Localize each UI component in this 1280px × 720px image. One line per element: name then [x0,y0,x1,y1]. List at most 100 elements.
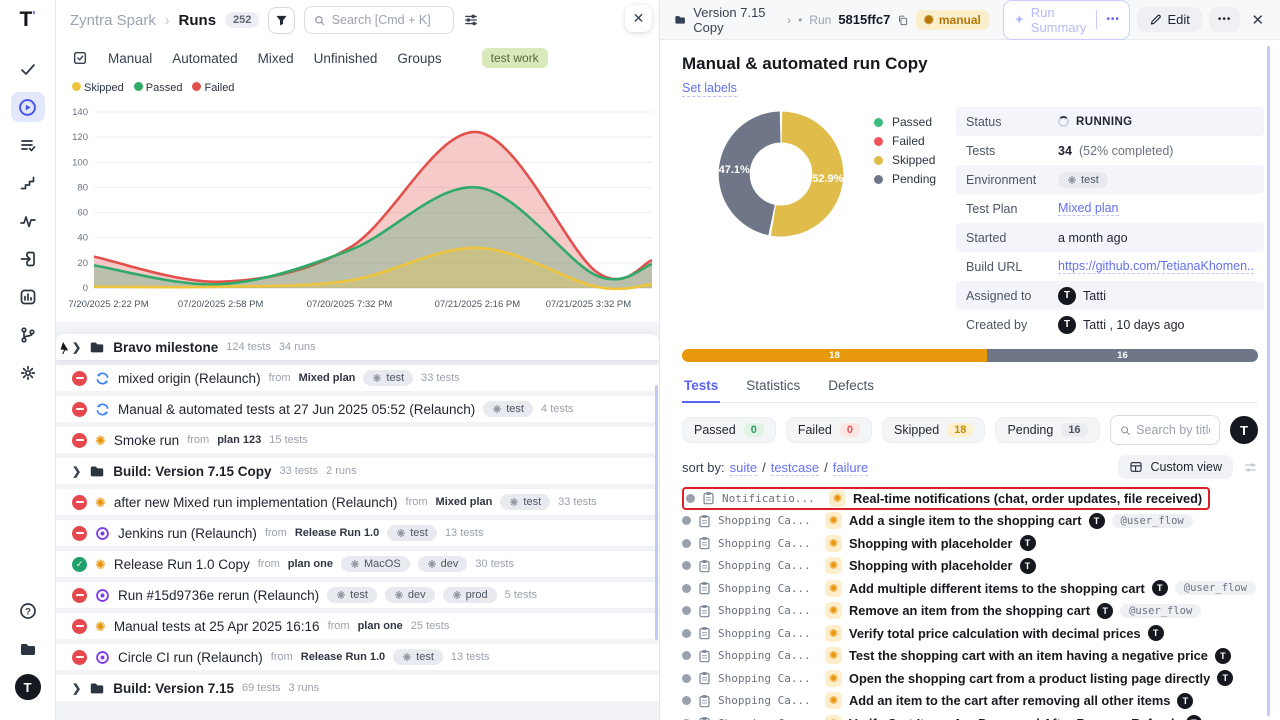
test-suite[interactable]: Shopping Ca... [718,694,818,707]
test-row[interactable]: Shopping Ca...✺Verify Cart Items Are Pre… [682,712,1258,720]
sort-by-failure[interactable]: failure [833,460,868,476]
test-suite[interactable]: Shopping Ca... [718,514,818,527]
test-title[interactable]: Add an item to the cart after removing a… [849,693,1170,708]
run-row[interactable]: ✺after new Mixed run implementation (Rel… [56,489,659,515]
group-title[interactable]: Build: Version 7.15 [113,681,234,696]
tests-search[interactable] [1110,415,1220,445]
test-row[interactable]: Shopping Ca...✺Add an item to the cart a… [682,690,1258,713]
plan-name[interactable]: plan 123 [217,434,261,446]
sidebar-item-gear[interactable] [11,358,45,388]
breadcrumb-project[interactable]: Zyntra Spark [70,12,156,29]
run-summary-button[interactable]: ✦Run Summary ••• [1003,0,1130,40]
chip-skipped[interactable]: Skipped18 [882,417,985,443]
test-suite[interactable]: Shopping Ca... [718,627,818,640]
sidebar-item-list-check[interactable] [11,130,45,160]
run-row[interactable]: ✺Manual tests at 25 Apr 2025 16:16frompl… [56,613,659,639]
field-link[interactable]: https://github.com/TetianaKhomen... [1058,259,1254,274]
plan-name[interactable]: plan one [358,620,403,632]
test-row[interactable]: Shopping Ca...✺Add multiple different it… [682,577,1258,600]
test-row[interactable]: Shopping Ca...✺Open the shopping cart fr… [682,667,1258,690]
run-title[interactable]: Smoke run [114,433,179,448]
chip-failed[interactable]: Failed0 [786,417,872,443]
tab-unfinished[interactable]: Unfinished [314,51,378,66]
field-link[interactable]: Mixed plan [1058,201,1118,216]
test-row[interactable]: Shopping Ca...✺Verify total price calcul… [682,622,1258,645]
test-row[interactable]: Notificatio...✺Real-time notifications (… [682,487,1258,510]
tab-manual[interactable]: Manual [108,51,152,66]
run-group-row[interactable]: ❯Build: Version 7.15 Copy33 tests2 runs [56,458,659,484]
run-title[interactable]: Manual tests at 25 Apr 2025 16:16 [114,619,320,634]
test-row[interactable]: Shopping Ca...✺Shopping with placeholder… [682,555,1258,578]
sidebar-item-sign-in[interactable] [11,244,45,274]
run-title[interactable]: mixed origin (Relaunch) [118,371,261,386]
plan-name[interactable]: plan one [288,558,333,570]
run-breadcrumb-folder[interactable]: Version 7.15 Copy [693,5,780,35]
sidebar-item-steps[interactable] [11,168,45,198]
tab-statistics[interactable]: Statistics [744,374,802,402]
runs-search-input[interactable] [332,13,445,27]
view-settings-icon[interactable] [1243,460,1258,475]
run-title[interactable]: Manual & automated tests at 27 Jun 2025 … [118,402,475,417]
copy-icon[interactable] [897,13,908,27]
run-title[interactable]: Jenkins run (Relaunch) [118,526,257,541]
donut-legend-item-pending[interactable]: Pending [874,172,936,186]
sidebar-item-folder[interactable] [11,634,45,664]
report-check-icon[interactable] [72,50,88,66]
user-avatar[interactable]: T [1230,416,1258,444]
sidebar-item-help[interactable]: ? [11,596,45,626]
test-suite[interactable]: Shopping Ca... [718,582,818,595]
run-summary-more-button[interactable]: ••• [1096,10,1129,29]
legend-item-passed[interactable]: Passed [134,82,183,94]
run-row[interactable]: Jenkins run (Relaunch)fromRelease Run 1.… [56,520,659,546]
sidebar-user-avatar[interactable]: T [11,672,45,702]
test-tag[interactable]: @user_flow [1112,514,1193,528]
plan-name[interactable]: Release Run 1.0 [295,527,379,539]
run-row[interactable]: Manual & automated tests at 27 Jun 2025 … [56,396,659,422]
chevron-right-icon[interactable]: ❯ [72,682,81,695]
more-actions-button[interactable]: ••• [1209,7,1241,32]
test-tag[interactable]: @user_flow [1175,581,1256,595]
test-suite[interactable]: Notificatio... [722,492,822,505]
run-title[interactable]: Run #15d9736e rerun (Relaunch) [118,588,319,603]
sidebar-item-bar-chart[interactable] [11,282,45,312]
tab-defects[interactable]: Defects [826,374,876,402]
legend-item-skipped[interactable]: Skipped [72,82,124,94]
test-tag[interactable]: @user_flow [1120,604,1201,618]
custom-view-button[interactable]: Custom view [1118,455,1233,479]
run-group-row[interactable]: ❯Bravo milestone124 tests34 runs [56,334,659,360]
donut-legend-item-failed[interactable]: Failed [874,134,936,148]
chip-passed[interactable]: Passed0 [682,417,776,443]
sort-by-suite[interactable]: suite [730,460,757,476]
test-title[interactable]: Remove an item from the shopping cart [849,603,1090,618]
test-row[interactable]: Shopping Ca...✺Remove an item from the s… [682,600,1258,623]
test-suite[interactable]: Shopping Ca... [718,537,818,550]
run-row[interactable]: Circle CI run (Relaunch)fromRelease Run … [56,644,659,670]
test-suite[interactable]: Shopping Ca... [718,672,818,685]
test-suite[interactable]: Shopping Ca... [718,559,818,572]
edit-button[interactable]: Edit [1137,7,1202,32]
group-title[interactable]: Bravo milestone [113,340,218,355]
tab-tests[interactable]: Tests [682,374,720,403]
run-row[interactable]: mixed origin (Relaunch)fromMixed plantes… [56,365,659,391]
plan-name[interactable]: Release Run 1.0 [301,651,385,663]
sidebar-item-activity[interactable] [11,206,45,236]
sliders-icon[interactable] [463,12,479,28]
sidebar-item-branch[interactable] [11,320,45,350]
test-row[interactable]: Shopping Ca...✺Test the shopping cart wi… [682,645,1258,668]
detail-scrollbar[interactable] [1267,46,1270,716]
run-title[interactable]: Circle CI run (Relaunch) [118,650,263,665]
donut-legend-item-passed[interactable]: Passed [874,115,936,129]
plan-name[interactable]: Mixed plan [299,372,356,384]
run-row[interactable]: ✺Smoke runfromplan 12315 tests [56,427,659,453]
runs-search[interactable] [304,6,454,34]
test-title[interactable]: Open the shopping cart from a product li… [849,671,1210,686]
test-row[interactable]: Shopping Ca...✺Add a single item to the … [682,510,1258,533]
test-suite[interactable]: Shopping Ca... [718,604,818,617]
close-detail-button[interactable]: ✕ [1247,9,1268,31]
plan-name[interactable]: Mixed plan [436,496,493,508]
sort-by-testcase[interactable]: testcase [771,460,819,476]
chip-pending[interactable]: Pending16 [995,417,1099,443]
filter-funnel-button[interactable] [268,7,295,34]
donut-legend-item-skipped[interactable]: Skipped [874,153,936,167]
tab-groups[interactable]: Groups [397,51,441,66]
